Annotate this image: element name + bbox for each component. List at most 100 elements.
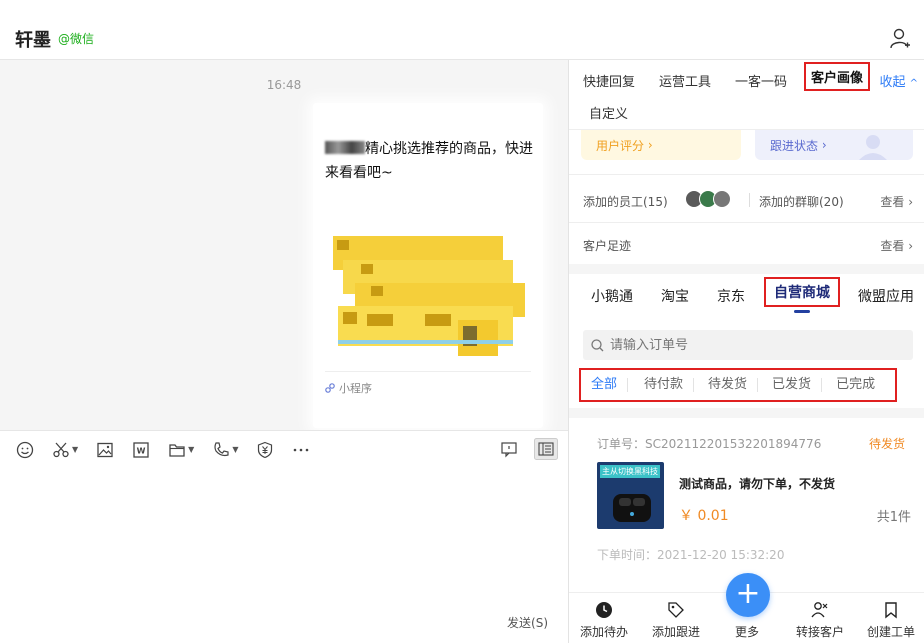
mini-program-label: 小程序 — [325, 380, 372, 396]
order-time: 下单时间：2021-12-20 15:32:20 — [597, 548, 785, 562]
message-input-area[interactable]: 发送(S) — [0, 468, 568, 643]
tag-icon — [668, 602, 684, 618]
order-price: ￥ 0.01 — [679, 508, 729, 524]
blurred-name — [325, 141, 365, 154]
tab-taobao[interactable]: 淘宝 — [661, 286, 689, 306]
image-icon — [97, 442, 113, 457]
order-quantity: 共1件 — [876, 510, 911, 525]
chevron-down-icon: ▼ — [232, 445, 239, 454]
contact-source: @微信 — [58, 32, 95, 46]
tab-custom[interactable]: 自定义 — [589, 103, 628, 122]
chevron-down-icon: ▼ — [72, 445, 79, 454]
word-doc-icon: W — [133, 441, 149, 458]
panel-tabs: 快捷回复 运营工具 一客一码 客户画像 自定义 收起 ^ — [569, 60, 924, 130]
tab-customer-profile[interactable]: 客户画像 — [804, 62, 871, 91]
view-footprint-link[interactable]: 查看 › — [880, 237, 913, 254]
tab-operation-tools[interactable]: 运营工具 — [659, 71, 711, 90]
divider — [569, 222, 924, 223]
chat-history-icon[interactable] — [500, 440, 518, 458]
add-follow-button[interactable]: 添加跟进 — [646, 601, 706, 640]
chevron-right-icon: › — [818, 138, 827, 152]
order-status-tabs: 全部 待付款 待发货 已发货 已完成 — [579, 368, 897, 402]
add-todo-button[interactable]: 添加待办 — [574, 601, 634, 640]
transfer-user-icon — [811, 602, 828, 618]
chevron-up-icon: ^ — [909, 78, 918, 89]
added-groups-label: 添加的群聊(20) — [759, 195, 844, 209]
chevron-right-icon: › — [644, 138, 653, 152]
tab-jd[interactable]: 京东 — [717, 286, 745, 306]
order-card[interactable]: 订单号：SC20211220153220189477​6 待发货 主从切换黑科技… — [581, 418, 911, 568]
active-tab-indicator — [794, 310, 810, 313]
image-button[interactable] — [96, 441, 114, 459]
file-button[interactable]: ▼ — [168, 441, 194, 459]
staff-row: 添加的员工(15) 添加的群聊(20) 查看 › — [583, 190, 913, 210]
footprint-label: 客户足迹 — [583, 239, 632, 253]
mini-program-icon — [325, 383, 335, 393]
status-shipped[interactable]: 已发货 — [758, 378, 823, 392]
phone-icon — [214, 441, 229, 456]
section-gap — [569, 408, 924, 418]
tab-weimob[interactable]: 微盟应用 — [858, 286, 914, 306]
shop-tabs: 小鹅通 淘宝 京东 自营商城 微盟应用 — [569, 274, 924, 320]
transfer-customer-button[interactable]: 转接客户 — [790, 601, 850, 640]
create-ticket-button[interactable]: 创建工单 — [861, 601, 921, 640]
tab-customer-code[interactable]: 一客一码 — [735, 71, 787, 90]
scissors-icon — [53, 442, 69, 457]
footprint-row: 客户足迹 查看 › — [583, 237, 913, 254]
order-status: 待发货 — [868, 437, 905, 451]
payment-button[interactable] — [256, 441, 274, 459]
order-product-name: 测试商品，请勿下单，不发货 — [679, 477, 836, 491]
status-completed[interactable]: 已完成 — [822, 378, 885, 392]
search-icon — [591, 338, 604, 351]
input-toolbar: ▼ W ▼ ▼ — [0, 430, 568, 468]
more-label: 更多 — [734, 625, 759, 639]
document-button[interactable]: W — [132, 441, 150, 459]
order-number: 订单号：SC20211220153220189477​6 — [597, 437, 822, 451]
follow-status[interactable]: 跟进状态 › — [755, 130, 913, 160]
more-fab-button[interactable]: + — [726, 573, 770, 617]
more-dots-icon — [294, 448, 309, 451]
sidebar-toggle-icon[interactable] — [534, 438, 558, 460]
status-pending-payment[interactable]: 待付款 — [628, 378, 695, 392]
avatar — [713, 190, 731, 208]
svg-text:W: W — [137, 446, 146, 455]
card-text: 精心挑选推荐的商品，快进来看看吧~ — [325, 141, 533, 181]
emoji-icon — [16, 441, 34, 458]
staff-avatars — [685, 190, 731, 208]
chat-header: 轩墨 @微信 — [0, 0, 924, 60]
customer-panel: 快捷回复 运营工具 一客一码 客户画像 自定义 收起 ^ 用户评分 › 跟进状态… — [568, 60, 924, 643]
product-image-caption: 主从切换黑科技 — [600, 465, 660, 478]
order-product-image: 主从切换黑科技 — [597, 462, 664, 529]
call-button[interactable]: ▼ — [212, 441, 238, 459]
plus-icon: + — [735, 576, 761, 611]
status-all[interactable]: 全部 — [581, 378, 629, 392]
earbuds-icon — [613, 494, 651, 522]
clock-icon — [596, 602, 612, 618]
order-search-input[interactable] — [610, 337, 890, 353]
contact-name: 轩墨 — [15, 30, 51, 51]
tab-xiaoetong[interactable]: 小鹅通 — [591, 286, 633, 306]
collapse-button[interactable]: 收起 ^ — [879, 71, 918, 90]
add-contact-icon[interactable] — [890, 28, 910, 50]
status-pending-ship[interactable]: 待发货 — [694, 378, 759, 392]
product-image — [333, 236, 525, 356]
view-staff-link[interactable]: 查看 › — [880, 193, 913, 210]
section-gap — [569, 264, 924, 274]
tab-quick-reply[interactable]: 快捷回复 — [583, 71, 635, 90]
send-button[interactable]: 发送(S) — [507, 614, 548, 631]
yuan-shield-icon — [258, 441, 273, 458]
chevron-down-icon: ▼ — [188, 445, 195, 454]
emoji-button[interactable] — [16, 441, 34, 459]
tab-self-mall[interactable]: 自营商城 — [764, 277, 840, 307]
user-silhouette-icon — [859, 135, 887, 160]
divider — [569, 174, 924, 175]
more-tools-button[interactable] — [292, 441, 310, 459]
folder-icon — [169, 443, 185, 457]
chat-messages: 16:48 精心挑选推荐的商品，快进来看看吧~ 小程序 — [0, 60, 568, 430]
screenshot-button[interactable]: ▼ — [52, 441, 78, 459]
bottom-action-bar: 添加待办 添加跟进 + 更多 转接客户 创建工单 — [569, 573, 924, 643]
message-time: 16:48 — [266, 78, 302, 92]
mini-program-card[interactable]: 精心挑选推荐的商品，快进来看看吧~ 小程序 — [313, 103, 543, 428]
user-rating[interactable]: 用户评分 › — [581, 130, 741, 160]
card-separator — [325, 371, 531, 372]
